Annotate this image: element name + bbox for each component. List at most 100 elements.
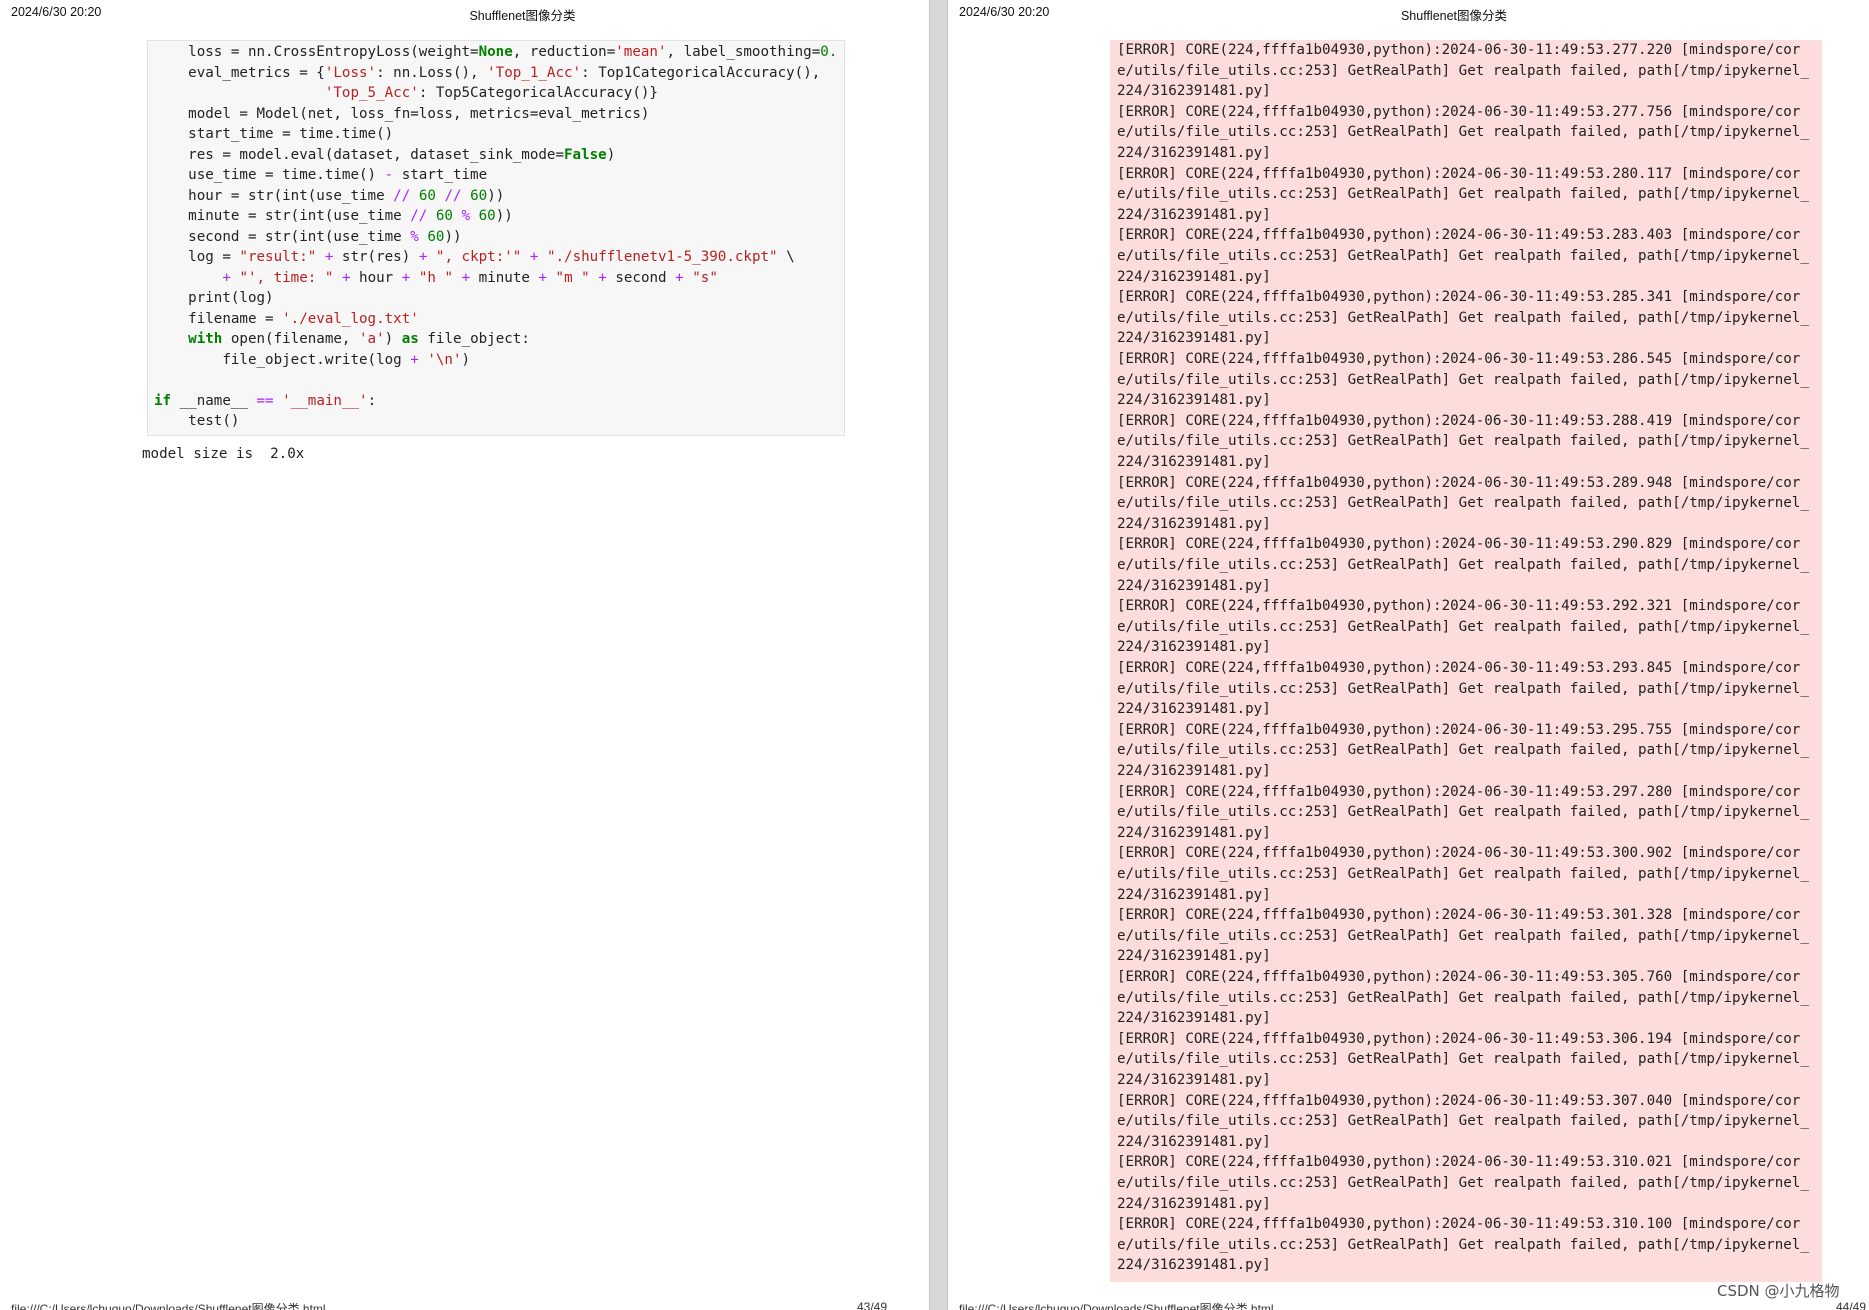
code-token: 60 <box>435 208 453 224</box>
code-line: filename = './eval_log.txt' <box>154 309 419 330</box>
footer-url: file:///C:/Users/lchuguo/Downloads/Shuff… <box>11 1302 326 1310</box>
error-log-line: 224/3162391481.py] <box>1117 948 1271 965</box>
code-token: + <box>675 269 684 286</box>
code-token: 60 <box>478 208 496 224</box>
error-log-line: 224/3162391481.py] <box>1117 145 1271 161</box>
code-token: minute <box>470 269 539 286</box>
code-token: '__main__' <box>282 392 368 409</box>
error-log-line: 224/3162391481.py] <box>1117 763 1271 779</box>
code-token: second = str(int(use_time <box>154 228 411 245</box>
error-log-line: [ERROR] CORE(224,ffffa1b04930,python):20… <box>1117 783 1801 800</box>
watermark: CSDN @小九格物 <box>1717 1282 1840 1300</box>
error-log-line: e/utils/file_utils.cc:253] GetRealPath] … <box>1117 680 1809 697</box>
code-token: // <box>444 187 462 204</box>
code-token: + <box>598 269 607 286</box>
code-cell[interactable]: loss = nn.CrossEntropyLoss(weight=None, … <box>147 40 845 436</box>
left-page: 2024/6/30 20:20 Shufflenet图像分类 loss = nn… <box>0 0 929 1310</box>
error-log-line: [ERROR] CORE(224,ffffa1b04930,python):20… <box>1117 103 1801 120</box>
code-token: log = <box>154 249 240 265</box>
code-token: with <box>188 331 223 347</box>
code-token: start_time = time.time() <box>154 126 394 142</box>
code-token: use_time = time.time() <box>154 167 385 183</box>
code-token: start_time <box>393 167 488 183</box>
error-log-line: 224/3162391481.py] <box>1117 1257 1271 1274</box>
code-line: second = str(int(use_time % 60)) <box>154 227 462 248</box>
code-token: )) <box>495 208 513 224</box>
code-token: eval_metrics = { <box>154 64 325 81</box>
code-line: with open(filename, 'a') as file_object: <box>154 329 530 350</box>
code-token: : <box>367 392 377 409</box>
code-token: "h " <box>418 269 454 286</box>
error-log-line: [ERROR] CORE(224,ffffa1b04930,python):20… <box>1117 351 1801 367</box>
code-line: start_time = time.time() <box>154 124 393 145</box>
code-token: 60 <box>427 228 445 245</box>
code-token: minute = str(int(use_time <box>154 208 411 224</box>
error-log-line: e/utils/file_utils.cc:253] GetRealPath] … <box>1117 309 1809 326</box>
code-token: if <box>154 392 172 409</box>
code-token: 0. <box>820 44 838 60</box>
code-token: + <box>401 269 411 286</box>
error-log-line: 224/3162391481.py] <box>1117 1072 1271 1088</box>
code-line: eval_metrics = {'Loss': nn.Loss(), 'Top_… <box>154 63 820 84</box>
error-log-line: e/utils/file_utils.cc:253] GetRealPath] … <box>1117 1175 1809 1191</box>
error-log-line: 224/3162391481.py] <box>1117 454 1271 470</box>
error-log-line: 224/3162391481.py] <box>1117 577 1271 594</box>
code-token: file_object: <box>418 331 530 347</box>
code-token: loss = nn.CrossEntropyLoss(weight= <box>154 44 479 60</box>
code-token: "', time: " <box>239 269 334 286</box>
code-token: "s" <box>692 269 718 286</box>
code-line: + "', time: " + hour + "h " + minute + "… <box>154 268 718 289</box>
error-log-line: e/utils/file_utils.cc:253] GetRealPath] … <box>1117 1051 1809 1068</box>
code-line: print(log) <box>154 288 274 309</box>
error-log-line: [ERROR] CORE(224,ffffa1b04930,python):20… <box>1117 721 1801 738</box>
code-token: '\n' <box>427 351 462 368</box>
code-token: file_object.write(log <box>154 351 411 368</box>
footer-page-number: 44/49 <box>1836 1300 1867 1310</box>
error-log-line: 224/3162391481.py] <box>1117 268 1271 285</box>
code-line: use_time = time.time() - start_time <box>154 165 487 186</box>
code-token: hour <box>350 269 402 286</box>
error-log-line: 224/3162391481.py] <box>1117 1133 1271 1150</box>
code-token: './eval_log.txt' <box>282 310 419 327</box>
error-log-line: 224/3162391481.py] <box>1117 824 1271 841</box>
error-log-line: e/utils/file_utils.cc:253] GetRealPath] … <box>1117 124 1809 141</box>
code-token: + <box>461 269 471 286</box>
code-token: , reduction= <box>512 44 616 60</box>
code-line: log = "result:" + str(res) + ", ckpt:'" … <box>154 247 795 268</box>
error-log-line: [ERROR] CORE(224,ffffa1b04930,python):20… <box>1117 165 1801 182</box>
code-token: __name__ <box>171 392 257 409</box>
error-log-line: [ERROR] CORE(224,ffffa1b04930,python):20… <box>1117 227 1801 244</box>
error-log-line: e/utils/file_utils.cc:253] GetRealPath] … <box>1117 1236 1809 1253</box>
code-token: False <box>564 146 607 163</box>
error-log-line: 224/3162391481.py] <box>1117 701 1271 718</box>
error-log-line: [ERROR] CORE(224,ffffa1b04930,python):20… <box>1117 412 1801 429</box>
code-token: ) <box>461 351 471 368</box>
error-log-line: [ERROR] CORE(224,ffffa1b04930,python):20… <box>1117 1030 1801 1047</box>
code-token: , label_smoothing= <box>666 44 821 60</box>
code-token: print(log) <box>154 290 274 306</box>
error-log-line: 224/3162391481.py] <box>1117 639 1271 656</box>
code-token: model = Model(net, loss_fn=loss, metrics… <box>154 105 650 122</box>
code-token: res = model.eval(dataset, dataset_sink_m… <box>154 146 564 163</box>
code-token: )) <box>444 228 462 245</box>
error-log-line: [ERROR] CORE(224,ffffa1b04930,python):20… <box>1117 660 1801 676</box>
error-log-line: e/utils/file_utils.cc:253] GetRealPath] … <box>1117 927 1809 944</box>
code-line: file_object.write(log + '\n') <box>154 350 470 371</box>
code-token: == <box>256 392 274 409</box>
code-token: ", ckpt:'" <box>435 249 522 265</box>
code-token: + <box>341 269 351 286</box>
code-token: : nn.Loss(), <box>376 64 488 81</box>
